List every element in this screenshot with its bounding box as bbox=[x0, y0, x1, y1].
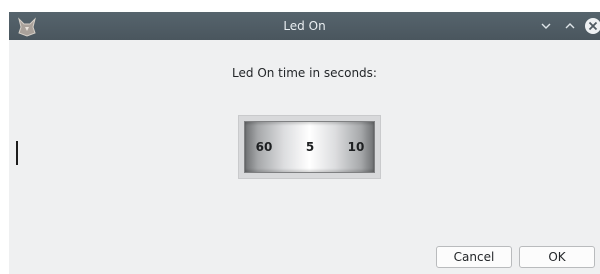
dialog-body: Led On time in seconds: 60 5 10 Cancel O… bbox=[9, 40, 600, 274]
window-title: Led On bbox=[283, 19, 326, 33]
time-drum-picker[interactable]: 60 5 10 bbox=[238, 115, 381, 179]
maximize-button[interactable] bbox=[560, 16, 580, 36]
close-icon bbox=[585, 18, 600, 34]
chevron-down-icon bbox=[541, 23, 551, 29]
ok-button[interactable]: OK bbox=[519, 246, 595, 268]
drum-value-next[interactable]: 10 bbox=[341, 122, 371, 172]
chevron-up-icon bbox=[565, 23, 575, 29]
window-edge-mark bbox=[16, 141, 18, 165]
cancel-button[interactable]: Cancel bbox=[436, 246, 512, 268]
window-titlebar[interactable]: Led On bbox=[9, 12, 600, 40]
drum-value-selected[interactable]: 5 bbox=[295, 122, 325, 172]
screen-top-strip bbox=[0, 0, 600, 10]
prompt-label: Led On time in seconds: bbox=[232, 66, 377, 80]
drum-value-prev[interactable]: 60 bbox=[249, 122, 279, 172]
minimize-button[interactable] bbox=[536, 16, 556, 36]
close-button[interactable] bbox=[583, 16, 600, 36]
drum-wheel[interactable]: 60 5 10 bbox=[244, 121, 375, 173]
